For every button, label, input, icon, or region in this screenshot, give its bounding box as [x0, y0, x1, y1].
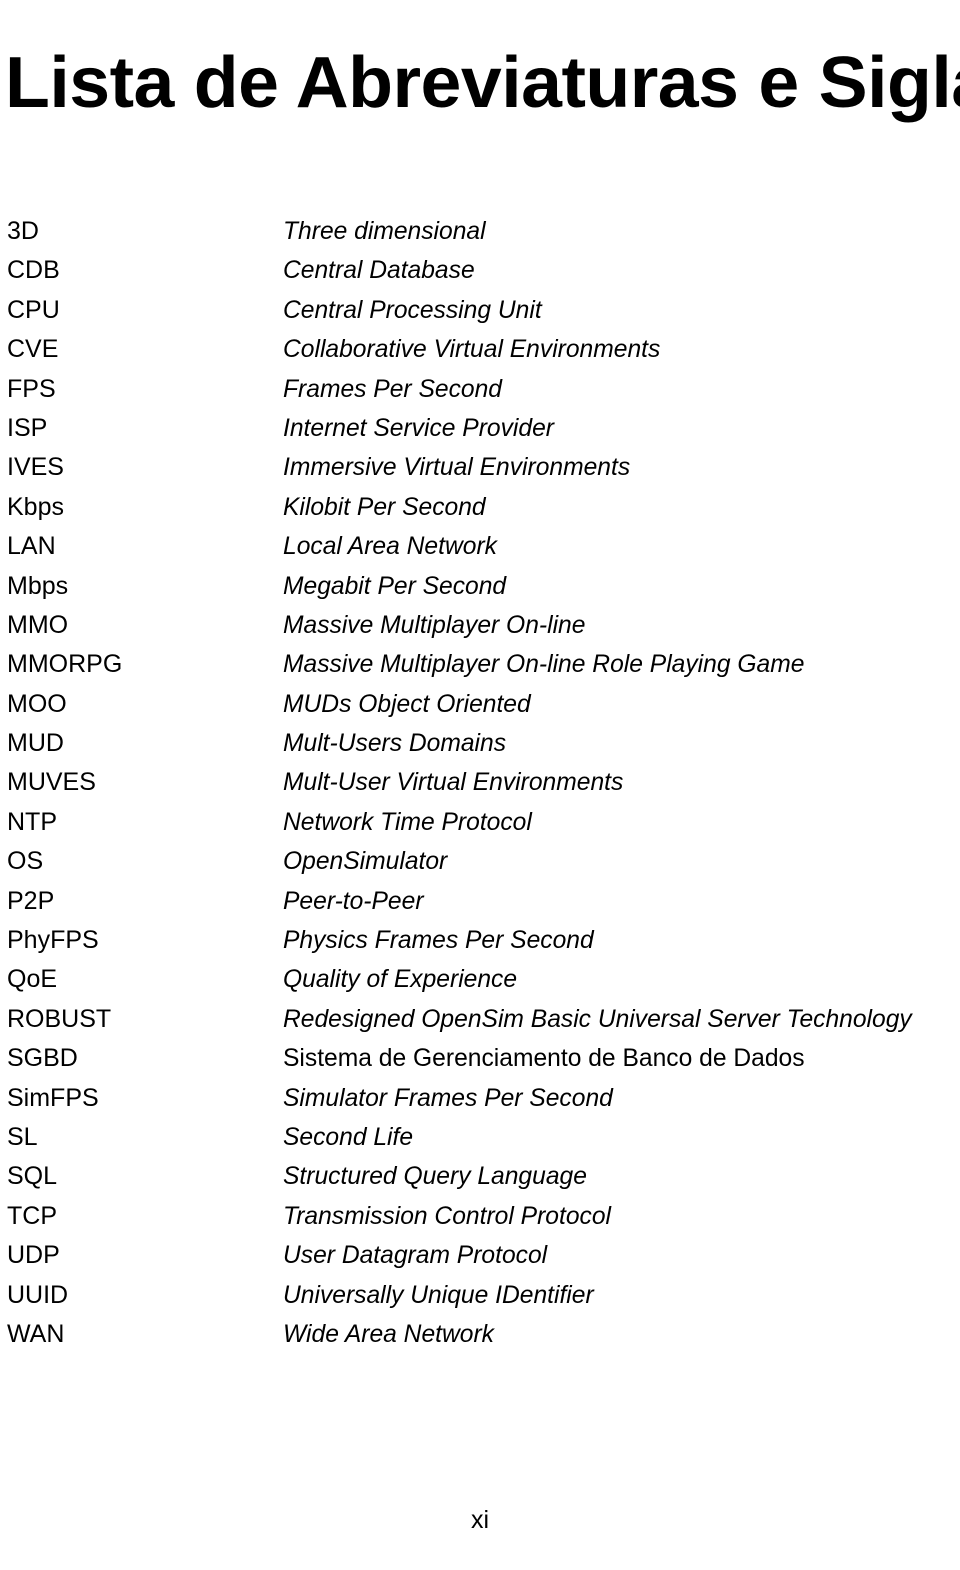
abbreviation-row: FPS Frames Per Second [0, 370, 960, 409]
abbreviation-term: SimFPS [7, 1083, 99, 1112]
abbreviation-definition: Quality of Experience [283, 965, 518, 994]
abbreviation-term: 3D [7, 217, 39, 245]
abbreviation-row: TCP Transmission Control Protocol [0, 1197, 960, 1236]
abbreviation-term: FPS [7, 374, 56, 403]
abbreviation-row: SimFPS Simulator Frames Per Second [0, 1079, 960, 1118]
abbreviation-row: Mbps Megabit Per Second [0, 567, 960, 606]
abbreviation-term: P2P [7, 886, 55, 915]
abbreviation-definition: Network Time Protocol [283, 807, 532, 836]
abbreviation-term: CDB [7, 256, 60, 285]
abbreviation-definition: Simulator Frames Per Second [283, 1083, 613, 1112]
abbreviation-row: MUVES Mult-User Virtual Environments [0, 763, 960, 802]
abbreviation-row: MOO MUDs Object Oriented [0, 685, 960, 724]
abbreviation-row: PhyFPS Physics Frames Per Second [0, 921, 960, 960]
abbreviation-definition: Three dimensional [283, 217, 486, 245]
abbreviation-row: Kbps Kilobit Per Second [0, 488, 960, 527]
abbreviation-row: UUID Universally Unique IDentifier [0, 1276, 960, 1315]
abbreviation-term: OS [7, 847, 44, 876]
abbreviation-definition: Local Area Network [283, 532, 497, 561]
abbreviations-list: 3D Three dimensional CDB Central Database CP… [0, 212, 960, 1354]
abbreviation-term: Kbps [7, 492, 64, 521]
abbreviation-definition: Central Processing Unit [283, 295, 542, 324]
abbreviation-definition: Second Life [283, 1122, 414, 1151]
abbreviation-definition: MUDs Object Oriented [283, 689, 531, 718]
abbreviation-definition: Central Database [283, 256, 475, 285]
abbreviation-definition: Transmission Control Protocol [283, 1201, 611, 1230]
abbreviation-term: LAN [7, 532, 56, 561]
abbreviation-term: UUID [7, 1280, 69, 1309]
abbreviation-row: IVES Immersive Virtual Environments [0, 448, 960, 487]
abbreviation-definition: Sistema de Gerenciamento de Banco de Dad… [283, 1044, 805, 1073]
abbreviation-row: P2P Peer-to-Peer [0, 882, 960, 921]
abbreviation-row: LAN Local Area Network [0, 527, 960, 566]
abbreviation-definition: Mult-Users Domains [283, 729, 507, 758]
abbreviation-definition: Kilobit Per Second [283, 492, 486, 521]
abbreviation-term: QoE [7, 965, 58, 994]
abbreviation-row: WAN Wide Area Network [0, 1315, 960, 1354]
abbreviation-definition: OpenSimulator [283, 847, 448, 876]
abbreviation-row: CPU Central Processing Unit [0, 291, 960, 330]
page-title: Lista de Abreviaturas e Siglas [5, 43, 960, 124]
abbreviation-definition: Peer-to-Peer [283, 886, 424, 915]
abbreviation-definition: Redesigned OpenSim Basic Universal Serve… [283, 1004, 912, 1033]
abbreviation-term: MMO [7, 610, 69, 639]
abbreviation-row: CVE Collaborative Virtual Environments [0, 330, 960, 369]
abbreviation-term: ISP [7, 413, 48, 442]
abbreviation-row: SL Second Life [0, 1118, 960, 1157]
abbreviation-row: ROBUST Redesigned OpenSim Basic Universal… [0, 1000, 960, 1039]
abbreviation-term: MOO [7, 689, 67, 718]
abbreviation-row: OS OpenSimulator [0, 842, 960, 881]
abbreviation-row: UDP User Datagram Protocol [0, 1236, 960, 1275]
abbreviation-definition: User Datagram Protocol [283, 1241, 548, 1270]
abbreviation-definition: Mult-User Virtual Environments [283, 768, 624, 797]
abbreviation-definition: Megabit Per Second [283, 571, 507, 600]
abbreviation-term: MUVES [7, 768, 96, 797]
document-page: Lista de Abreviaturas e Siglas 3D Three d… [0, 0, 960, 1570]
abbreviation-term: TCP [7, 1201, 57, 1230]
abbreviation-term: MUD [7, 729, 64, 758]
abbreviation-row: MUD Mult-Users Domains [0, 724, 960, 763]
abbreviation-row: CDB Central Database [0, 251, 960, 290]
abbreviation-row: MMO Massive Multiplayer On-line [0, 606, 960, 645]
abbreviation-row: MMORPG Massive Multiplayer On-line Role P… [0, 645, 960, 684]
abbreviation-row: 3D Three dimensional [0, 212, 960, 251]
abbreviation-term: SL [7, 1122, 38, 1151]
abbreviation-term: ROBUST [7, 1004, 112, 1033]
abbreviation-definition: Massive Multiplayer On-line [283, 610, 586, 639]
abbreviation-definition: Massive Multiplayer On-line Role Playing… [283, 650, 805, 679]
abbreviation-definition: Universally Unique IDentifier [283, 1280, 594, 1309]
abbreviation-definition: Physics Frames Per Second [283, 926, 594, 955]
abbreviation-row: QoE Quality of Experience [0, 960, 960, 999]
abbreviation-term: Mbps [7, 571, 69, 600]
abbreviation-definition: Wide Area Network [283, 1319, 494, 1348]
abbreviation-definition: Internet Service Provider [283, 413, 554, 442]
abbreviation-definition: Immersive Virtual Environments [283, 453, 631, 482]
abbreviation-definition: Collaborative Virtual Environments [283, 335, 661, 364]
abbreviation-row: SGBD Sistema de Gerenciamento de Banco de… [0, 1039, 960, 1078]
abbreviation-term: CVE [7, 335, 59, 364]
abbreviation-term: WAN [7, 1319, 65, 1348]
abbreviation-term: SQL [7, 1162, 58, 1191]
abbreviation-row: ISP Internet Service Provider [0, 409, 960, 448]
abbreviation-term: SGBD [7, 1044, 78, 1073]
abbreviation-definition: Frames Per Second [283, 374, 502, 403]
abbreviation-term: IVES [7, 453, 64, 482]
abbreviation-row: SQL Structured Query Language [0, 1157, 960, 1196]
page-number: xi [470, 1506, 490, 1534]
abbreviation-term: CPU [7, 295, 60, 324]
abbreviation-term: MMORPG [7, 650, 123, 679]
abbreviation-definition: Structured Query Language [283, 1162, 587, 1191]
abbreviation-term: NTP [7, 807, 57, 836]
abbreviation-term: UDP [7, 1241, 60, 1270]
abbreviation-term: PhyFPS [7, 926, 99, 955]
abbreviation-row: NTP Network Time Protocol [0, 803, 960, 842]
